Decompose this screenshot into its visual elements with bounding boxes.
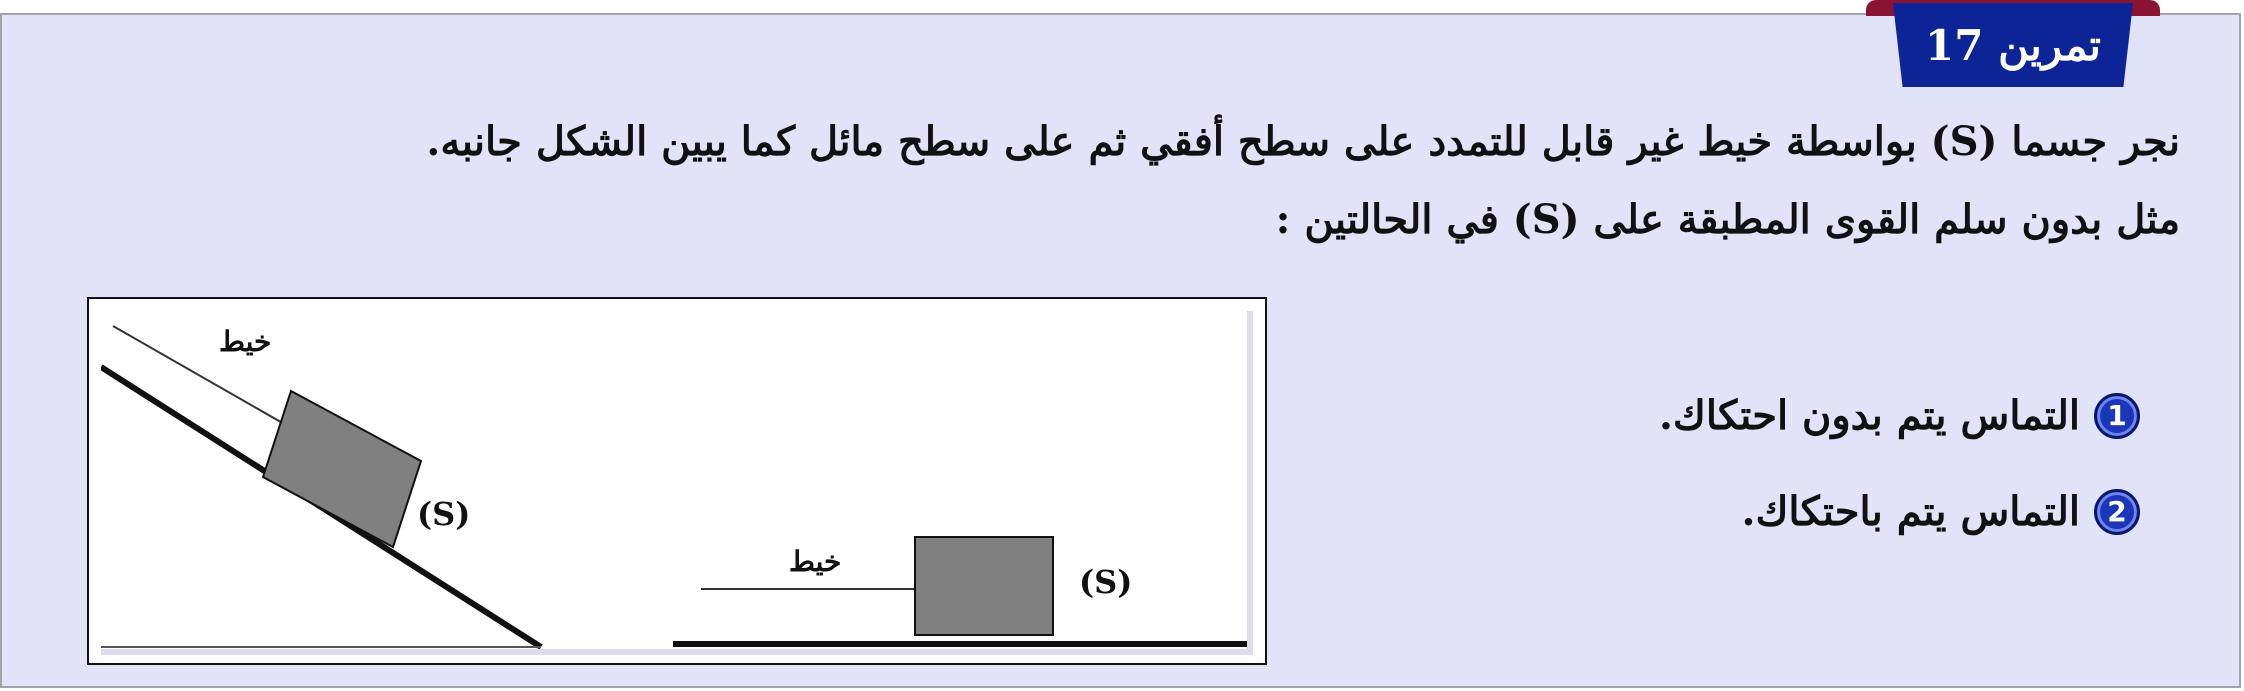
case-text: التماس يتم بدون احتكاك.	[1658, 392, 2080, 439]
incline-body-label: (S)	[417, 495, 470, 533]
statement-line-1: نجر جسما (S) بواسطة خيط غير قابل للتمدد …	[426, 118, 2180, 165]
horizontal-body-label: (S)	[1079, 563, 1132, 601]
case-number-badge: 1	[2094, 392, 2140, 439]
statement-line-2: مثل بدون سلم القوى المطبقة على (S) في ال…	[1275, 196, 2180, 243]
figure-box: خيط (S) خيط (S)	[87, 297, 1267, 665]
exercise-tab: تمرين 17	[1893, 3, 2133, 87]
exercise-title: تمرين 17	[1925, 20, 2101, 70]
horizontal-string-label: خيط	[789, 545, 841, 578]
figure-canvas: خيط (S) خيط (S)	[101, 311, 1253, 655]
case-item: 1 التماس يتم بدون احتكاك.	[1659, 392, 2140, 439]
horizontal-block	[914, 536, 1054, 636]
incline-string-label: خيط	[219, 325, 271, 358]
case-text: التماس يتم باحتكاك.	[1741, 488, 2080, 535]
figure-drawing: خيط (S) خيط (S)	[101, 325, 1247, 649]
case-number-badge: 2	[2094, 488, 2140, 535]
case-item: 2 التماس يتم باحتكاك.	[1742, 488, 2140, 535]
